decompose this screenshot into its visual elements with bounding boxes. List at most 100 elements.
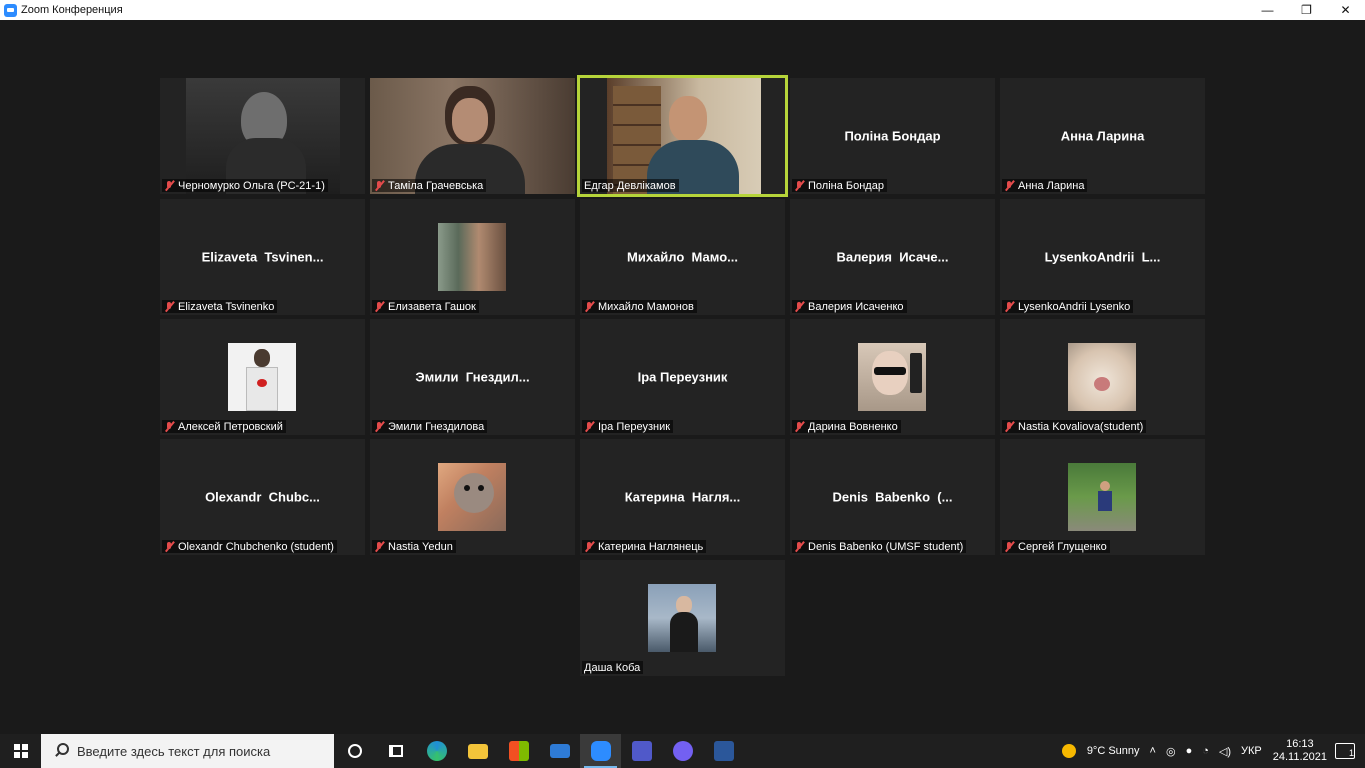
mic-muted-icon xyxy=(164,541,175,552)
participant-tile[interactable]: Анна Ларина Анна Ларина xyxy=(1000,78,1205,194)
participant-display-name: Іра Переузник xyxy=(637,369,728,385)
participant-display-name: Olexandr Chubc... xyxy=(205,489,320,505)
store-icon[interactable] xyxy=(498,734,539,768)
participant-display-name: Elizaveta Tsvinen... xyxy=(201,249,324,265)
viber-icon[interactable] xyxy=(662,734,703,768)
zoom-icon[interactable] xyxy=(580,734,621,768)
mic-muted-icon xyxy=(1004,301,1015,312)
file-explorer-icon[interactable] xyxy=(457,734,498,768)
mic-muted-icon xyxy=(374,180,385,191)
participant-avatar xyxy=(438,463,506,531)
participant-name-label: Elizaveta Tsvinenko xyxy=(162,300,278,313)
mic-muted-icon xyxy=(1004,180,1015,191)
participant-name-label: Едгар Девлікамов xyxy=(582,179,679,192)
participant-name-label: Катерина Наглянець xyxy=(582,540,707,553)
participant-tile[interactable]: Дарина Вовненко xyxy=(790,319,995,435)
participant-name-label: Nastia Yedun xyxy=(372,540,456,553)
participant-tile[interactable]: LysenkoAndrii L... LysenkoAndrii Lysenko xyxy=(1000,199,1205,315)
participant-display-name: LysenkoAndrii L... xyxy=(1044,249,1161,265)
mic-muted-icon xyxy=(584,301,595,312)
participant-tile[interactable]: Валерия Исаче... Валерия Исаченко xyxy=(790,199,995,315)
participant-tile[interactable]: Denis Babenko (... Denis Babenko (UMSF s… xyxy=(790,439,995,555)
mic-muted-icon xyxy=(164,180,175,191)
participant-tile[interactable]: Даша Коба xyxy=(580,560,785,676)
participant-tile[interactable]: Таміла Грачевська xyxy=(370,78,575,194)
clock[interactable]: 16:13 24.11.2021 xyxy=(1273,738,1327,764)
mic-muted-icon xyxy=(794,421,805,432)
title-bar: Zoom Конференция — ❐ ✕ xyxy=(0,0,1365,20)
participant-name-label: Анна Ларина xyxy=(1002,179,1088,192)
participant-name-label: Nastia Kovaliova(student) xyxy=(1002,420,1147,433)
mic-muted-icon xyxy=(794,301,805,312)
network-icon[interactable]: ◔ xyxy=(1202,745,1209,757)
participant-name-label: Валерия Исаченко xyxy=(792,300,907,313)
participant-name-label: Denis Babenko (UMSF student) xyxy=(792,540,967,553)
window-title: Zoom Конференция xyxy=(21,4,123,16)
participant-display-name: Denis Babenko (... xyxy=(832,489,953,505)
minimize-button[interactable]: — xyxy=(1248,0,1287,20)
search-icon xyxy=(53,743,69,759)
participant-name-label: Михайло Мамонов xyxy=(582,300,697,313)
mic-muted-icon xyxy=(794,180,805,191)
participant-tile[interactable]: Elizaveta Tsvinen... Elizaveta Tsvinenko xyxy=(160,199,365,315)
mic-muted-icon xyxy=(1004,421,1015,432)
participant-display-name: Катерина Нагля... xyxy=(624,489,741,505)
participant-name-label: Таміла Грачевська xyxy=(372,179,487,192)
participant-tile[interactable]: Nastia Kovaliova(student) xyxy=(1000,319,1205,435)
mic-muted-icon xyxy=(374,301,385,312)
participant-tile[interactable]: Елизавета Гашок xyxy=(370,199,575,315)
mic-muted-icon xyxy=(374,421,385,432)
mic-muted-icon xyxy=(164,421,175,432)
participant-name-label: LysenkoAndrii Lysenko xyxy=(1002,300,1134,313)
participant-avatar xyxy=(1068,463,1136,531)
participant-avatar xyxy=(228,343,296,411)
task-view-icon[interactable] xyxy=(375,734,416,768)
meet-now-icon[interactable]: ◎ xyxy=(1166,745,1176,758)
participant-tile[interactable]: Катерина Нагля... Катерина Наглянець xyxy=(580,439,785,555)
participant-name-label: Елизавета Гашок xyxy=(372,300,479,313)
participant-avatar xyxy=(1068,343,1136,411)
participant-tile[interactable]: Черномурко Ольга (PC-21-1) xyxy=(160,78,365,194)
mail-icon[interactable] xyxy=(539,734,580,768)
participant-name-label: Эмили Гнездилова xyxy=(372,420,488,433)
teams-icon[interactable] xyxy=(621,734,662,768)
word-icon[interactable] xyxy=(703,734,744,768)
close-button[interactable]: ✕ xyxy=(1326,0,1365,20)
taskbar-search[interactable] xyxy=(41,734,334,768)
zoom-app-icon xyxy=(4,3,17,17)
gallery-view: Черномурко Ольга (PC-21-1) Таміла Грачев… xyxy=(0,20,1365,734)
participant-name-label: Olexandr Chubchenko (student) xyxy=(162,540,337,553)
start-button[interactable] xyxy=(0,734,41,768)
volume-icon[interactable]: ◁) xyxy=(1219,745,1231,758)
chevron-up-icon[interactable]: ˄ xyxy=(1150,745,1156,757)
cortana-icon[interactable] xyxy=(334,734,375,768)
participant-tile[interactable]: Nastia Yedun xyxy=(370,439,575,555)
participant-name-label: Сергей Глущенко xyxy=(1002,540,1110,553)
taskbar: 9°C Sunny ˄ ◎ ● ◔ ◁) УКР 16:13 24.11.202… xyxy=(0,734,1365,768)
mic-muted-icon xyxy=(164,301,175,312)
participant-avatar xyxy=(438,223,506,291)
edge-icon[interactable] xyxy=(416,734,457,768)
participant-display-name: Эмили Гнездил... xyxy=(415,369,530,385)
participant-tile[interactable]: Іра Переузник Іра Переузник xyxy=(580,319,785,435)
weather-widget[interactable]: 9°C Sunny xyxy=(1087,745,1140,757)
notification-center-icon[interactable]: 1 xyxy=(1335,743,1355,759)
participant-name-label: Дарина Вовненко xyxy=(792,420,901,433)
mic-muted-icon xyxy=(374,541,385,552)
restore-button[interactable]: ❐ xyxy=(1287,0,1326,20)
participant-avatar xyxy=(648,584,716,652)
participant-tile[interactable]: Поліна Бондар Поліна Бондар xyxy=(790,78,995,194)
participant-name-label: Алексей Петровский xyxy=(162,420,286,433)
microphone-icon[interactable]: ● xyxy=(1186,745,1193,757)
participant-tile[interactable]: Михайло Мамо... Михайло Мамонов xyxy=(580,199,785,315)
participant-tile-active-speaker[interactable]: Едгар Девлікамов xyxy=(577,75,788,197)
participant-display-name: Анна Ларина xyxy=(1060,128,1145,144)
mic-muted-icon xyxy=(584,421,595,432)
search-input[interactable] xyxy=(77,743,317,759)
participant-tile[interactable]: Сергей Глущенко xyxy=(1000,439,1205,555)
participant-tile[interactable]: Алексей Петровский xyxy=(160,319,365,435)
input-language[interactable]: УКР xyxy=(1241,745,1262,757)
participant-avatar xyxy=(858,343,926,411)
participant-tile[interactable]: Olexandr Chubc... Olexandr Chubchenko (s… xyxy=(160,439,365,555)
participant-tile[interactable]: Эмили Гнездил... Эмили Гнездилова xyxy=(370,319,575,435)
